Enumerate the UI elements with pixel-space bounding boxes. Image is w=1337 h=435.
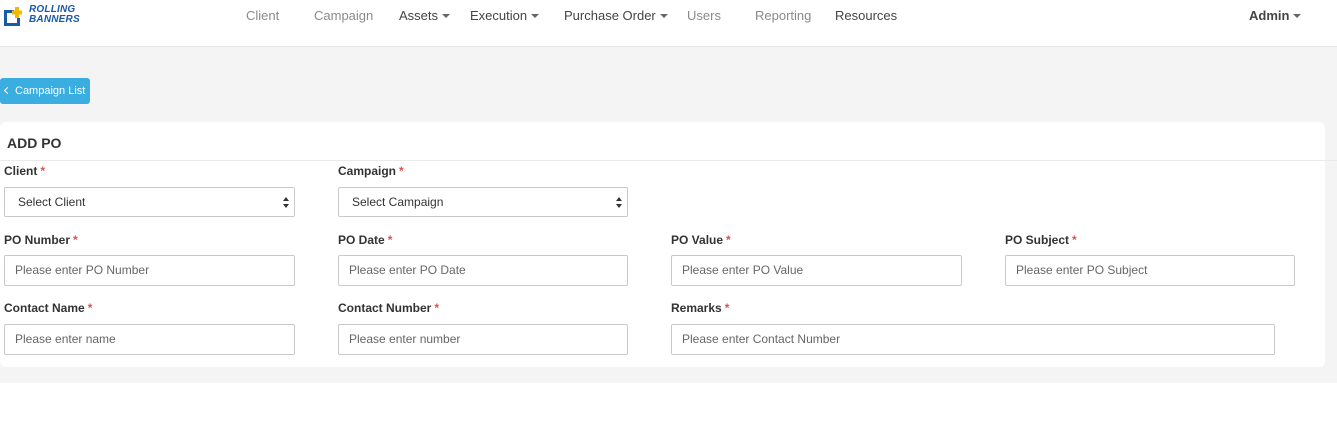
nav-assets[interactable]: Assets <box>399 8 451 24</box>
required-mark: * <box>399 164 404 178</box>
logo-mark-icon <box>4 7 22 26</box>
chevron-left-icon <box>3 86 12 95</box>
chevron-down-icon <box>1293 13 1302 18</box>
chevron-down-icon <box>442 13 451 18</box>
nav-users[interactable]: Users <box>687 8 721 24</box>
contact-number-label: Contact Number * <box>338 301 439 315</box>
page-content: Campaign List ADD PO Client * Select Clie… <box>0 47 1337 383</box>
required-mark: * <box>87 301 93 315</box>
chevron-down-icon <box>659 13 668 18</box>
po-date-label-text: PO Date <box>338 233 385 247</box>
nav-assets-label: Assets <box>399 8 439 23</box>
admin-menu[interactable]: Admin <box>1249 8 1302 23</box>
required-mark: * <box>1072 233 1077 247</box>
campaign-list-button-label: Campaign List <box>15 85 86 97</box>
client-label-text: Client <box>4 164 38 178</box>
nav-campaign[interactable]: Campaign <box>314 8 373 24</box>
po-subject-input[interactable]: Please enter PO Subject <box>1005 255 1295 286</box>
po-value-label-text: PO Value <box>671 233 724 247</box>
po-number-label-text: PO Number <box>4 233 71 247</box>
top-navbar: ROLLING BANNERS Client Campaign Assets E… <box>0 0 1337 47</box>
select-arrows-icon <box>616 197 622 209</box>
po-value-input[interactable]: Please enter PO Value <box>671 255 962 286</box>
campaign-select-value: Select Campaign <box>352 195 444 209</box>
po-number-label: PO Number * <box>4 233 78 247</box>
nav-purchase-order[interactable]: Purchase Order <box>564 8 668 24</box>
nav-client[interactable]: Client <box>246 8 279 24</box>
page-title: ADD PO <box>7 135 62 151</box>
card-header: ADD PO <box>0 122 1337 161</box>
po-subject-label: PO Subject * <box>1005 233 1077 247</box>
select-arrows-icon <box>283 197 289 209</box>
nav-reporting[interactable]: Reporting <box>755 8 811 24</box>
po-value-label: PO Value * <box>671 233 731 247</box>
remarks-input[interactable]: Please enter Contact Number <box>671 324 1275 355</box>
required-mark: * <box>40 164 46 178</box>
campaign-list-button[interactable]: Campaign List <box>0 78 90 104</box>
client-select[interactable]: Select Client <box>4 187 295 217</box>
po-subject-label-text: PO Subject <box>1005 233 1070 247</box>
required-mark: * <box>726 233 731 247</box>
required-mark: * <box>73 233 78 247</box>
po-date-input[interactable]: Please enter PO Date <box>338 255 628 286</box>
contact-name-label: Contact Name * <box>4 301 92 315</box>
admin-label: Admin <box>1249 8 1290 23</box>
nav-execution-label: Execution <box>470 8 528 23</box>
brand-name: ROLLING BANNERS <box>29 5 80 25</box>
add-po-card: ADD PO Client * Select Client Campaign * S… <box>0 122 1337 367</box>
contact-number-input[interactable]: Please enter number <box>338 324 628 355</box>
nav-purchase-order-label: Purchase Order <box>564 8 656 23</box>
nav-execution[interactable]: Execution <box>470 8 540 24</box>
client-label: Client * <box>4 164 45 178</box>
required-mark: * <box>387 233 393 247</box>
campaign-label: Campaign * <box>338 164 404 178</box>
brand-line-2: BANNERS <box>29 14 80 25</box>
chevron-down-icon <box>531 13 540 18</box>
campaign-label-text: Campaign <box>338 164 397 178</box>
po-date-label: PO Date * <box>338 233 392 247</box>
brand-logo[interactable]: ROLLING BANNERS <box>2 3 92 29</box>
remarks-label-text: Remarks <box>671 301 722 315</box>
nav-resources[interactable]: Resources <box>835 8 897 24</box>
contact-name-label-text: Contact Name <box>4 301 85 315</box>
contact-number-label-text: Contact Number <box>338 301 432 315</box>
contact-name-input[interactable]: Please enter name <box>4 324 295 355</box>
campaign-select[interactable]: Select Campaign <box>338 187 628 217</box>
required-mark: * <box>724 301 730 315</box>
remarks-label: Remarks * <box>671 301 729 315</box>
client-select-value: Select Client <box>18 195 86 209</box>
po-number-input[interactable]: Please enter PO Number <box>4 255 295 286</box>
required-mark: * <box>434 301 440 315</box>
